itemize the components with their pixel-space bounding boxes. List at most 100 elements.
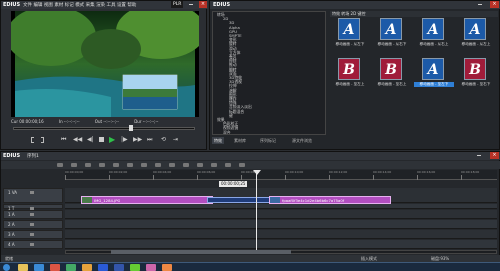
track-toggle-icon[interactable] [30, 191, 34, 194]
effect-thumbnail[interactable]: B 移动画面 - 至右下 [456, 58, 496, 94]
close-icon[interactable]: × [199, 1, 207, 8]
start-button-icon[interactable] [3, 264, 10, 271]
menu-clip[interactable]: 素材 [54, 3, 63, 8]
scrub-handle[interactable] [129, 125, 133, 131]
timeline-ruler[interactable]: 00:00:00;00 00:00:02;00 00:00:04;00 00:00:0… [65, 170, 497, 180]
media-icon[interactable] [50, 264, 60, 271]
minimize-icon[interactable] [189, 4, 193, 5]
track-toggle-icon[interactable] [30, 223, 34, 226]
playhead-handle[interactable] [253, 170, 261, 175]
redo-icon[interactable] [99, 163, 105, 167]
fast-forward-icon[interactable]: ▶▶ [133, 136, 142, 143]
effect-thumbnail[interactable]: A 移动画面 - 从左上 [456, 18, 496, 54]
menu-help[interactable]: 帮助 [127, 3, 136, 8]
ie-icon[interactable] [34, 264, 44, 271]
tab-source-browser[interactable]: 源文件浏览 [290, 137, 314, 144]
effect-thumbnail[interactable]: A 移动画面 - 从右下 [372, 18, 412, 54]
player-scrubber[interactable] [13, 127, 195, 130]
track-header[interactable]: 4 A [3, 240, 63, 249]
save-icon[interactable] [71, 163, 77, 167]
prev-edit-icon[interactable]: ⏮ [61, 136, 66, 144]
track-header[interactable]: 2 A [3, 220, 63, 229]
play-icon[interactable]: ▶ [109, 135, 115, 144]
menu-view[interactable]: 视图 [44, 3, 53, 8]
tab-sequence-markers[interactable]: 序列标记 [258, 137, 278, 144]
set-out-icon[interactable] [41, 137, 44, 143]
effect-thumbnail[interactable]: A 移动画面 - 至左下 [414, 58, 454, 94]
zoom-icon[interactable] [225, 163, 231, 167]
track-lane[interactable] [65, 220, 497, 229]
effect-thumbnail[interactable]: A 移动画面 - 从右上 [414, 18, 454, 54]
set-in-icon[interactable] [31, 137, 34, 143]
settings-icon[interactable] [239, 163, 245, 167]
tree-list: 转场 2D 3D Alpha GPU SMPTE 变形 旋转 滑动 立方体 卷页 擦除 推动 翻转 双面 3D… [213, 12, 325, 134]
effect-label: 移动画面 - 至左上 [335, 82, 365, 86]
qq-icon[interactable] [114, 264, 124, 271]
effects-close-icon[interactable]: × [490, 1, 499, 8]
explorer-icon[interactable] [18, 264, 28, 271]
track-header[interactable]: 1 T [3, 204, 63, 211]
timeline-close-icon[interactable]: × [490, 152, 499, 159]
cut-icon[interactable] [113, 163, 119, 167]
player-window: EDIUS 文件 编辑 视图 素材 标记 模式 采集 渲染 工具 设置 帮助 P… [0, 0, 208, 150]
effect-thumbnail[interactable]: B 移动画面 - 至左上 [330, 58, 370, 94]
player-icon[interactable] [130, 264, 140, 271]
paint-icon[interactable] [146, 264, 156, 271]
ruler-label: 00:00:06;00 [197, 170, 216, 174]
render-icon[interactable] [183, 163, 189, 167]
effect-label: 移动画面 - 至右下 [461, 82, 491, 86]
effect-label: 移动画面 - 从右上 [419, 42, 449, 46]
step-forward-icon[interactable]: |▶ [121, 136, 128, 143]
plr-mode-button[interactable]: PLR [171, 1, 184, 8]
marker-icon[interactable] [169, 163, 175, 167]
timeline-window: EDIUS 序列1 × 00:00:00;00 00:00:02;00 00:00:… [0, 151, 500, 262]
in-timecode: In --:--:--;-- [58, 119, 80, 124]
video-clip-1[interactable]: IMG_1284.JPG [81, 196, 213, 204]
menu-file[interactable]: 文件 [23, 3, 32, 8]
track-lane[interactable] [65, 240, 497, 249]
dur-timecode: Dur --:--:--;-- [134, 119, 159, 124]
track-toggle-icon[interactable] [30, 213, 34, 216]
effect-thumbnail[interactable]: B 移动画面 - 至右上 [372, 58, 412, 94]
open-icon[interactable] [57, 163, 63, 167]
video-clip-2[interactable]: fpaaf0f3e4c1d2e4b6b6c7a75a0f [269, 196, 391, 204]
menu-settings[interactable]: 设置 [117, 3, 126, 8]
tab-library[interactable]: 素材库 [232, 137, 248, 144]
track-header[interactable]: 1 A [3, 210, 63, 219]
menu-tools[interactable]: 工具 [107, 3, 116, 8]
tab-effects[interactable]: 特效 [212, 137, 224, 144]
track-header[interactable]: 1 VA [3, 188, 63, 203]
track-toggle-icon[interactable] [30, 233, 34, 236]
track-lane[interactable] [65, 210, 497, 219]
rewind-icon[interactable]: ◀◀ [73, 136, 82, 143]
loop-icon[interactable]: ⟲ [161, 136, 166, 143]
mixer-icon[interactable] [197, 163, 203, 167]
menu-capture[interactable]: 采集 [86, 3, 95, 8]
effect-thumbnail[interactable]: A 移动画面 - 从左下 [330, 18, 370, 54]
timeline-scroll-thumb[interactable] [111, 250, 291, 254]
track-toggle-icon[interactable] [30, 243, 34, 246]
track-lane[interactable] [65, 230, 497, 239]
menu-render[interactable]: 渲染 [96, 3, 105, 8]
export-icon[interactable] [211, 163, 217, 167]
menu-marker[interactable]: 标记 [65, 3, 74, 8]
folder-icon[interactable] [82, 264, 92, 271]
playhead[interactable] [256, 170, 257, 250]
track-header[interactable]: 3 A [3, 230, 63, 239]
chrome-icon[interactable] [162, 264, 172, 271]
undo-icon[interactable] [85, 163, 91, 167]
step-back-icon[interactable]: ◀| [87, 136, 94, 143]
menu-mode[interactable]: 模式 [75, 3, 84, 8]
track-lane[interactable] [65, 204, 497, 209]
timeline-minimize-icon[interactable] [477, 155, 481, 156]
ripple-icon[interactable] [141, 163, 147, 167]
word-icon[interactable] [98, 264, 108, 271]
stop-icon[interactable] [99, 137, 104, 142]
snap-icon[interactable] [155, 163, 161, 167]
insert-icon[interactable]: ⇥ [173, 136, 178, 143]
edius-icon[interactable] [66, 264, 76, 271]
delete-icon[interactable] [127, 163, 133, 167]
effects-minimize-icon[interactable] [478, 4, 482, 5]
next-edit-icon[interactable]: ⏭ [147, 136, 152, 144]
menu-edit[interactable]: 编辑 [33, 3, 42, 8]
